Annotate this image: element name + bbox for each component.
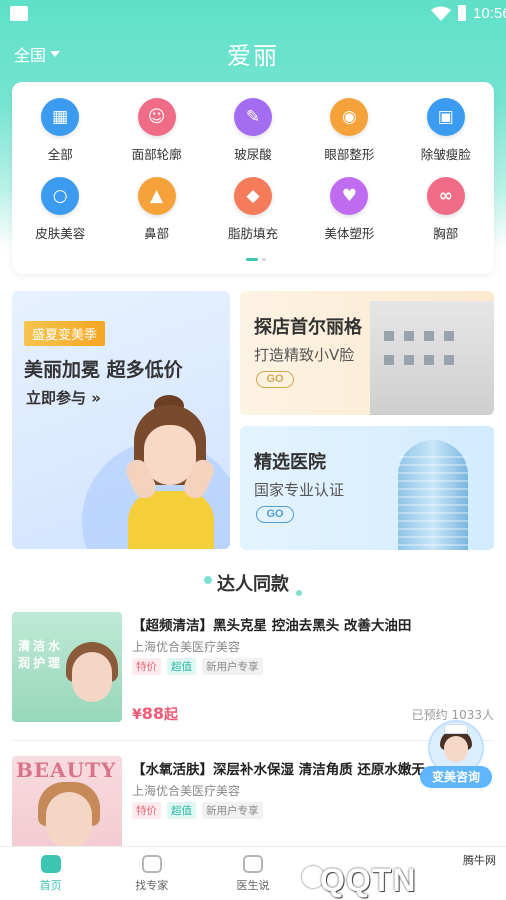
category-label: 脂肪填充 xyxy=(227,226,278,241)
tag-new-user: 新用户专享 xyxy=(202,802,263,819)
thumb-text: BEAUTY xyxy=(16,758,117,782)
section-title: 达人同款 xyxy=(217,574,289,595)
mirror-icon: ○ xyxy=(41,177,80,215)
tab-doctor-talk[interactable]: 医生说 xyxy=(202,847,303,900)
category-label: 美体塑形 xyxy=(324,226,375,241)
category-skin[interactable]: ○ 皮肤美容 xyxy=(12,177,108,242)
watermark-text: QQTN xyxy=(320,862,417,898)
banner-subtitle: 国家专业认证 xyxy=(254,481,345,499)
promo-cta[interactable]: 立即参与 » xyxy=(26,387,101,408)
banner-subtitle: 打造精致小V脸 xyxy=(254,346,355,364)
fat-icon: ◆ xyxy=(233,177,272,215)
consult-float-button[interactable]: 变美咨询 xyxy=(420,720,492,792)
nose-icon: ▲ xyxy=(137,177,176,215)
bra-icon: ∞ xyxy=(426,177,465,215)
list-item[interactable]: 清洁水润护理 【超频清洁】黑头克星 控油去黑头 改善大油田 上海优合美医疗美容 … xyxy=(12,612,494,724)
category-label: 面部轮廓 xyxy=(131,147,182,162)
page-dot xyxy=(262,258,266,261)
go-button[interactable]: GO xyxy=(256,371,294,388)
category-wrinkle[interactable]: ▣ 除皱瘦脸 xyxy=(398,98,494,163)
banner-store-visit[interactable]: 探店首尔丽格 打造精致小V脸 GO xyxy=(240,291,494,415)
watermark: 腾牛网 QQTN xyxy=(296,848,502,900)
category-body[interactable]: ♥ 美体塑形 xyxy=(301,177,397,242)
battery-icon xyxy=(458,5,466,21)
item-thumbnail: 清洁水润护理 xyxy=(12,612,122,722)
item-tags: 特价 超值 新用户专享 xyxy=(132,802,263,819)
promo-headline: 美丽加冕 超多低价 xyxy=(24,359,183,381)
eye-icon: ◉ xyxy=(330,98,369,136)
category-fat-fill[interactable]: ◆ 脂肪填充 xyxy=(205,177,301,242)
grid-icon: ▦ xyxy=(41,98,80,136)
page-indicator xyxy=(246,258,266,261)
category-label: 全部 xyxy=(47,147,73,162)
banner-title: 探店首尔丽格 xyxy=(254,317,362,338)
category-all[interactable]: ▦ 全部 xyxy=(12,98,108,163)
item-price: ¥88起 xyxy=(132,704,179,723)
expert-icon xyxy=(141,855,162,873)
consult-label: 变美咨询 xyxy=(420,766,492,788)
watermark-site: 腾牛网 xyxy=(463,854,496,867)
tab-find-expert[interactable]: 找专家 xyxy=(101,847,202,900)
home-icon xyxy=(40,855,61,873)
category-label: 眼部整形 xyxy=(324,147,375,162)
app-title: 爱丽 xyxy=(227,42,279,70)
item-clinic: 上海优合美医疗美容 xyxy=(132,784,241,798)
banner-hospitals[interactable]: 精选医院 国家专业认证 GO xyxy=(240,426,494,550)
tag-value: 超值 xyxy=(167,658,196,675)
shopping-bag-icon xyxy=(10,6,28,21)
top-bar: 全国 爱丽 xyxy=(0,30,506,74)
banner-title: 精选医院 xyxy=(254,452,326,473)
tag-value: 超值 xyxy=(167,802,196,819)
category-label: 除皱瘦脸 xyxy=(420,147,471,162)
promo-banner-summer[interactable]: 盛夏变美季 美丽加冕 超多低价 立即参与 » xyxy=(12,291,230,549)
tag-special: 特价 xyxy=(132,802,161,819)
face-icon: ☺ xyxy=(137,98,176,136)
clock: 10:56 xyxy=(473,5,506,22)
category-chest[interactable]: ∞ 胸部 xyxy=(398,177,494,242)
category-label: 胸部 xyxy=(433,226,459,241)
syringe-icon: ✎ xyxy=(233,98,272,136)
doctor-talk-icon xyxy=(243,855,263,873)
status-bar: 10:56 xyxy=(0,0,506,28)
tab-label: 医生说 xyxy=(236,879,270,892)
category-eye[interactable]: ◉ 眼部整形 xyxy=(301,98,397,163)
tag-new-user: 新用户专享 xyxy=(202,658,263,675)
category-label: 皮肤美容 xyxy=(35,226,86,241)
category-hyaluronic[interactable]: ✎ 玻尿酸 xyxy=(205,98,301,163)
category-label: 鼻部 xyxy=(144,226,170,241)
model-image xyxy=(116,395,224,549)
body-icon: ♥ xyxy=(330,177,369,215)
tab-home[interactable]: 首页 xyxy=(0,847,101,900)
tag-special: 特价 xyxy=(132,658,161,675)
tab-label: 首页 xyxy=(39,879,62,892)
category-nose[interactable]: ▲ 鼻部 xyxy=(108,177,204,242)
item-title: 【超频清洁】黑头克星 控油去黑头 改善大油田 xyxy=(132,618,412,634)
promo-tag: 盛夏变美季 xyxy=(24,321,106,346)
go-button[interactable]: GO xyxy=(256,506,294,523)
item-clinic: 上海优合美医疗美容 xyxy=(132,640,241,654)
item-tags: 特价 超值 新用户专享 xyxy=(132,658,263,675)
category-grid: ▦ 全部 ☺ 面部轮廓 ✎ 玻尿酸 ◉ 眼部整形 ▣ 除皱瘦脸 ○ 皮肤美容 ▲… xyxy=(12,98,494,242)
page-dot-active xyxy=(246,258,258,261)
bottle-icon: ▣ xyxy=(426,98,465,136)
tab-label: 找专家 xyxy=(135,879,169,892)
category-label: 玻尿酸 xyxy=(234,147,272,162)
category-face-contour[interactable]: ☺ 面部轮廓 xyxy=(108,98,204,163)
wifi-icon xyxy=(431,6,451,21)
storefront-image xyxy=(370,301,494,415)
category-card: ▦ 全部 ☺ 面部轮廓 ✎ 玻尿酸 ◉ 眼部整形 ▣ 除皱瘦脸 ○ 皮肤美容 ▲… xyxy=(12,82,494,274)
